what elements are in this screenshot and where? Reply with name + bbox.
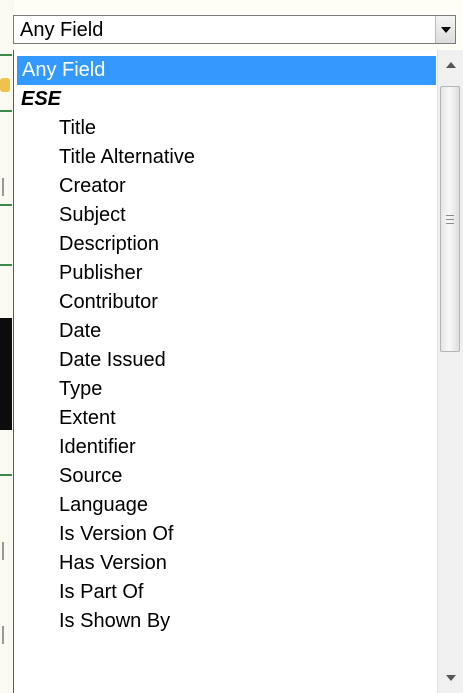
background-page-fragment: [0, 0, 14, 693]
page: Any Field Any Field ESE Title Title Alterna…: [0, 0, 463, 693]
field-select[interactable]: Any Field: [13, 15, 456, 44]
scroll-up-arrow-icon: [445, 62, 456, 68]
field-dropdown-list[interactable]: Any Field ESE Title Title Alternative Creato…: [13, 50, 463, 693]
dropdown-option[interactable]: Has Version: [17, 549, 436, 578]
dropdown-option[interactable]: Is Shown By: [17, 607, 436, 636]
scroll-down-arrow-icon: [445, 675, 456, 681]
dropdown-option[interactable]: Subject: [17, 201, 436, 230]
dropdown-option[interactable]: Creator: [17, 172, 436, 201]
dropdown-option[interactable]: Title Alternative: [17, 143, 436, 172]
background-divider: [0, 110, 12, 112]
dropdown-option[interactable]: Publisher: [17, 259, 436, 288]
background-divider: [0, 204, 12, 206]
dropdown-scrollbar[interactable]: [437, 50, 463, 693]
background-icon: [0, 78, 10, 92]
dropdown-option[interactable]: Extent: [17, 404, 436, 433]
dropdown-option[interactable]: Contributor: [17, 288, 436, 317]
dropdown-option[interactable]: Description: [17, 230, 436, 259]
option-group-label: ESE: [21, 88, 62, 110]
dropdown-option[interactable]: Is Part Of: [17, 578, 436, 607]
background-mark: [2, 542, 12, 560]
background-mark: [2, 626, 12, 644]
scroll-down-button[interactable]: [438, 663, 463, 693]
background-mark: [2, 178, 12, 196]
scroll-up-button[interactable]: [438, 50, 463, 80]
field-select-value: Any Field: [20, 19, 104, 41]
background-divider: [0, 54, 12, 56]
dropdown-option[interactable]: Source: [17, 462, 436, 491]
dropdown-option[interactable]: Is Version Of: [17, 520, 436, 549]
background-divider: [0, 474, 12, 476]
background-divider: [0, 264, 12, 266]
option-list: Any Field ESE Title Title Alternative Creato…: [17, 56, 436, 636]
dropdown-arrow-icon: [440, 26, 451, 33]
dropdown-option[interactable]: Language: [17, 491, 436, 520]
dropdown-option[interactable]: Any Field: [17, 56, 436, 85]
dropdown-option[interactable]: Date Issued: [17, 346, 436, 375]
dropdown-arrow-button[interactable]: [435, 16, 455, 43]
scroll-grip-icon: [446, 214, 454, 224]
dropdown-option[interactable]: Title: [17, 114, 436, 143]
background-dark-block: [0, 318, 12, 430]
scroll-thumb[interactable]: [440, 86, 460, 352]
dropdown-option[interactable]: Date: [17, 317, 436, 346]
dropdown-option[interactable]: Type: [17, 375, 436, 404]
dropdown-option[interactable]: Identifier: [17, 433, 436, 462]
